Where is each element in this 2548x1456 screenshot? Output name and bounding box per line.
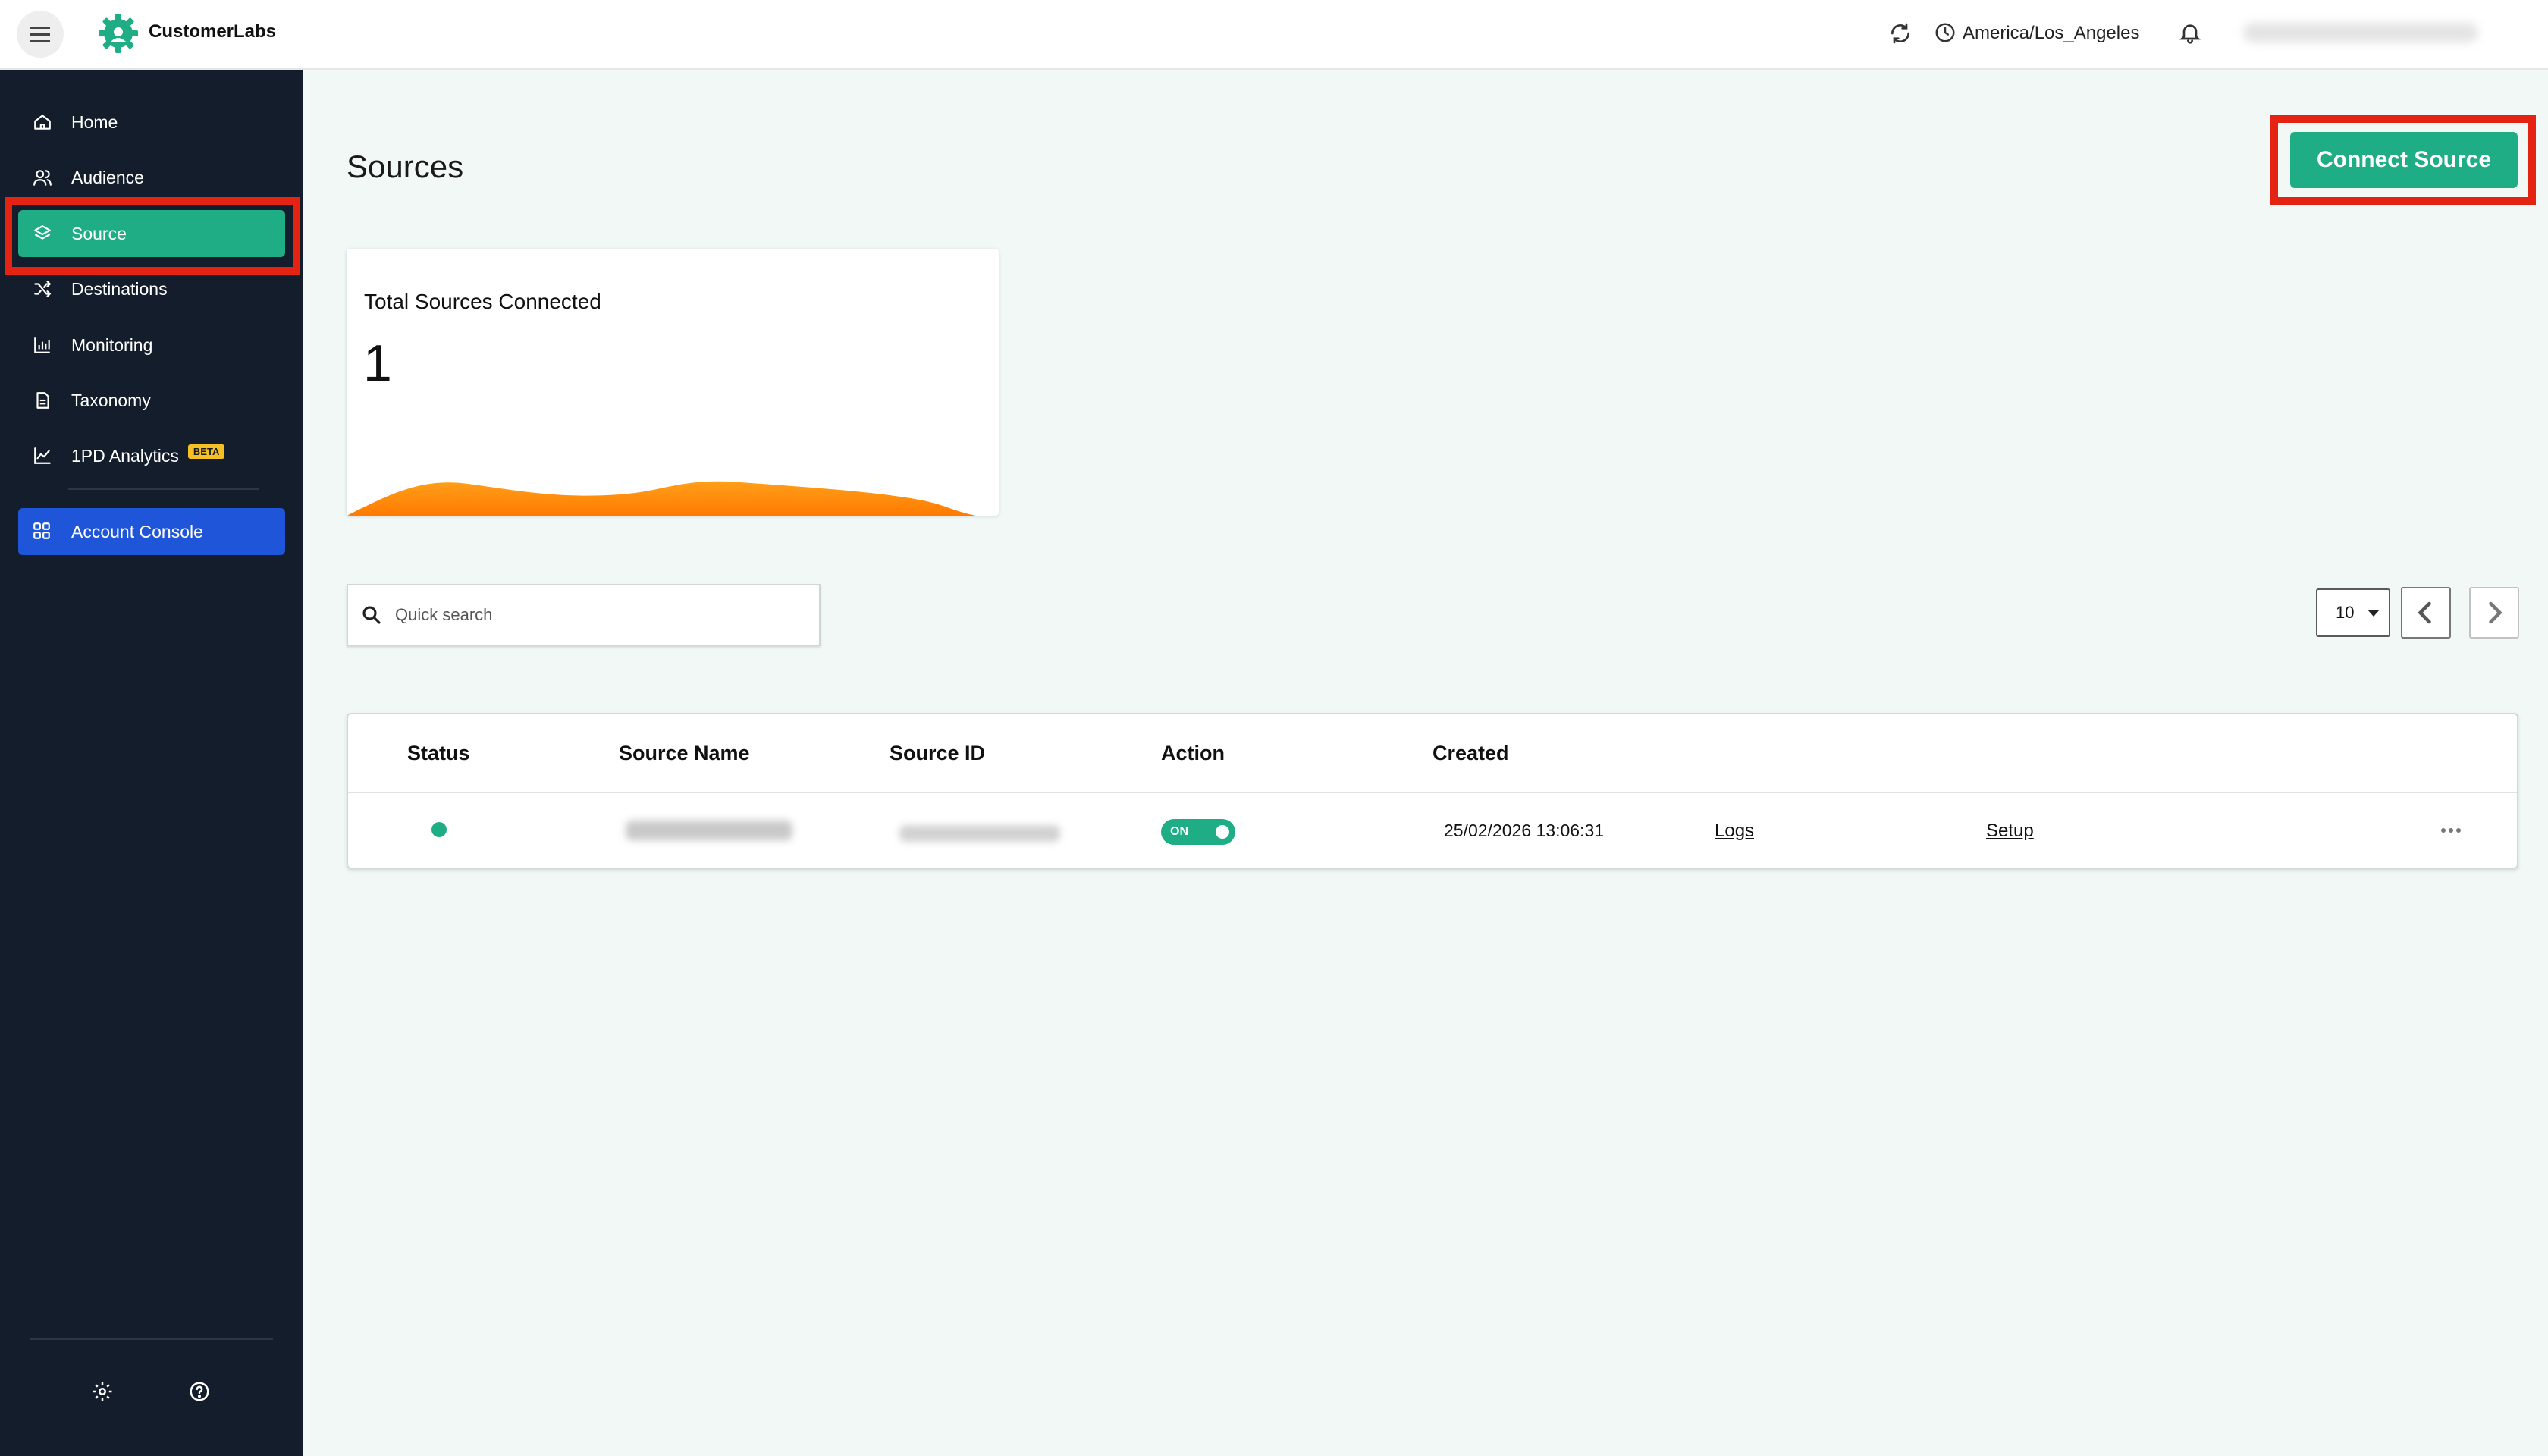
grid-icon: [32, 521, 53, 542]
timezone-label[interactable]: America/Los_Angeles: [1963, 23, 2139, 44]
home-icon: [32, 111, 53, 133]
sparkline-area: [347, 481, 976, 516]
table-header-divider: [348, 792, 2517, 793]
column-header-source-id: Source ID: [890, 742, 986, 764]
page-size-value: 10: [2336, 603, 2355, 622]
column-header-action: Action: [1161, 742, 1225, 764]
user-menu[interactable]: [2243, 23, 2478, 42]
created-timestamp: 25/02/2026 13:06:31: [1444, 821, 1605, 840]
help-icon[interactable]: [188, 1380, 211, 1403]
source-name-redacted: [626, 821, 792, 840]
sidebar-footer-divider: [30, 1338, 273, 1340]
sidebar-item-home[interactable]: Home: [18, 99, 285, 146]
sidebar-item-label: Monitoring: [71, 334, 153, 355]
page-title: Sources: [347, 149, 464, 184]
bar-chart-icon: [32, 334, 53, 356]
sidebar-item-label: Audience: [71, 167, 144, 187]
sidebar-item-label: 1PD Analytics: [71, 445, 179, 466]
audience-icon: [32, 167, 53, 188]
toggle-label: ON: [1170, 825, 1188, 838]
more-options-icon[interactable]: [2438, 825, 2464, 836]
document-icon: [32, 390, 53, 411]
sidebar-item-label: Destinations: [71, 278, 168, 299]
source-toggle[interactable]: ON: [1161, 819, 1235, 845]
sources-table: Status Source Name Source ID Action Crea…: [347, 713, 2518, 869]
sidebar-item-audience[interactable]: Audience: [18, 154, 285, 201]
refresh-icon[interactable]: [1888, 21, 1913, 46]
menu-icon: [30, 26, 50, 42]
next-page-button[interactable]: [2469, 587, 2519, 639]
page-size-select[interactable]: 10: [2316, 588, 2390, 637]
toggle-knob: [1216, 825, 1229, 839]
chevron-right-icon: [2489, 601, 2502, 624]
stat-label: Total Sources Connected: [364, 290, 601, 313]
stat-value: 1: [363, 334, 392, 392]
column-header-source-name: Source Name: [619, 742, 750, 764]
search-input[interactable]: [395, 605, 789, 625]
app-name: CustomerLabs: [149, 21, 277, 42]
setup-link[interactable]: Setup: [1986, 821, 2034, 842]
account-console-button[interactable]: Account Console: [18, 508, 285, 555]
gear-icon[interactable]: [91, 1380, 114, 1403]
clock-icon: [1935, 23, 1955, 42]
sidebar-item-1pd-analytics[interactable]: 1PD Analytics BETA: [18, 432, 285, 479]
top-bar: CustomerLabs America/Los_Angeles: [0, 0, 2548, 70]
status-dot: [431, 822, 447, 837]
connect-source-button[interactable]: Connect Source: [2290, 132, 2518, 188]
chevron-left-icon: [2418, 601, 2431, 624]
menu-button[interactable]: [17, 11, 64, 58]
previous-page-button[interactable]: [2401, 587, 2451, 639]
logs-link[interactable]: Logs: [1715, 821, 1754, 842]
beta-badge: BETA: [187, 444, 225, 459]
sidebar-item-monitoring[interactable]: Monitoring: [18, 322, 285, 369]
source-id-redacted: [899, 825, 1060, 842]
column-header-created: Created: [1432, 742, 1509, 764]
logo-icon: [99, 14, 138, 53]
sidebar-item-label: Home: [71, 111, 118, 132]
account-console-label: Account Console: [71, 521, 203, 541]
sidebar-divider: [68, 488, 259, 490]
bell-icon[interactable]: [2178, 20, 2202, 46]
search-box[interactable]: [347, 584, 821, 646]
sidebar-item-destinations[interactable]: Destinations: [18, 265, 285, 312]
column-header-status: Status: [407, 742, 470, 764]
total-sources-card: Total Sources Connected 1: [347, 249, 999, 516]
line-chart-icon: [32, 445, 53, 466]
sidebar-item-label: Taxonomy: [71, 390, 151, 410]
caret-down-icon: [2368, 609, 2380, 617]
sidebar-item-taxonomy[interactable]: Taxonomy: [18, 377, 285, 424]
search-icon: [362, 606, 381, 624]
shuffle-icon: [32, 278, 53, 300]
source-highlight-box: [5, 197, 300, 275]
